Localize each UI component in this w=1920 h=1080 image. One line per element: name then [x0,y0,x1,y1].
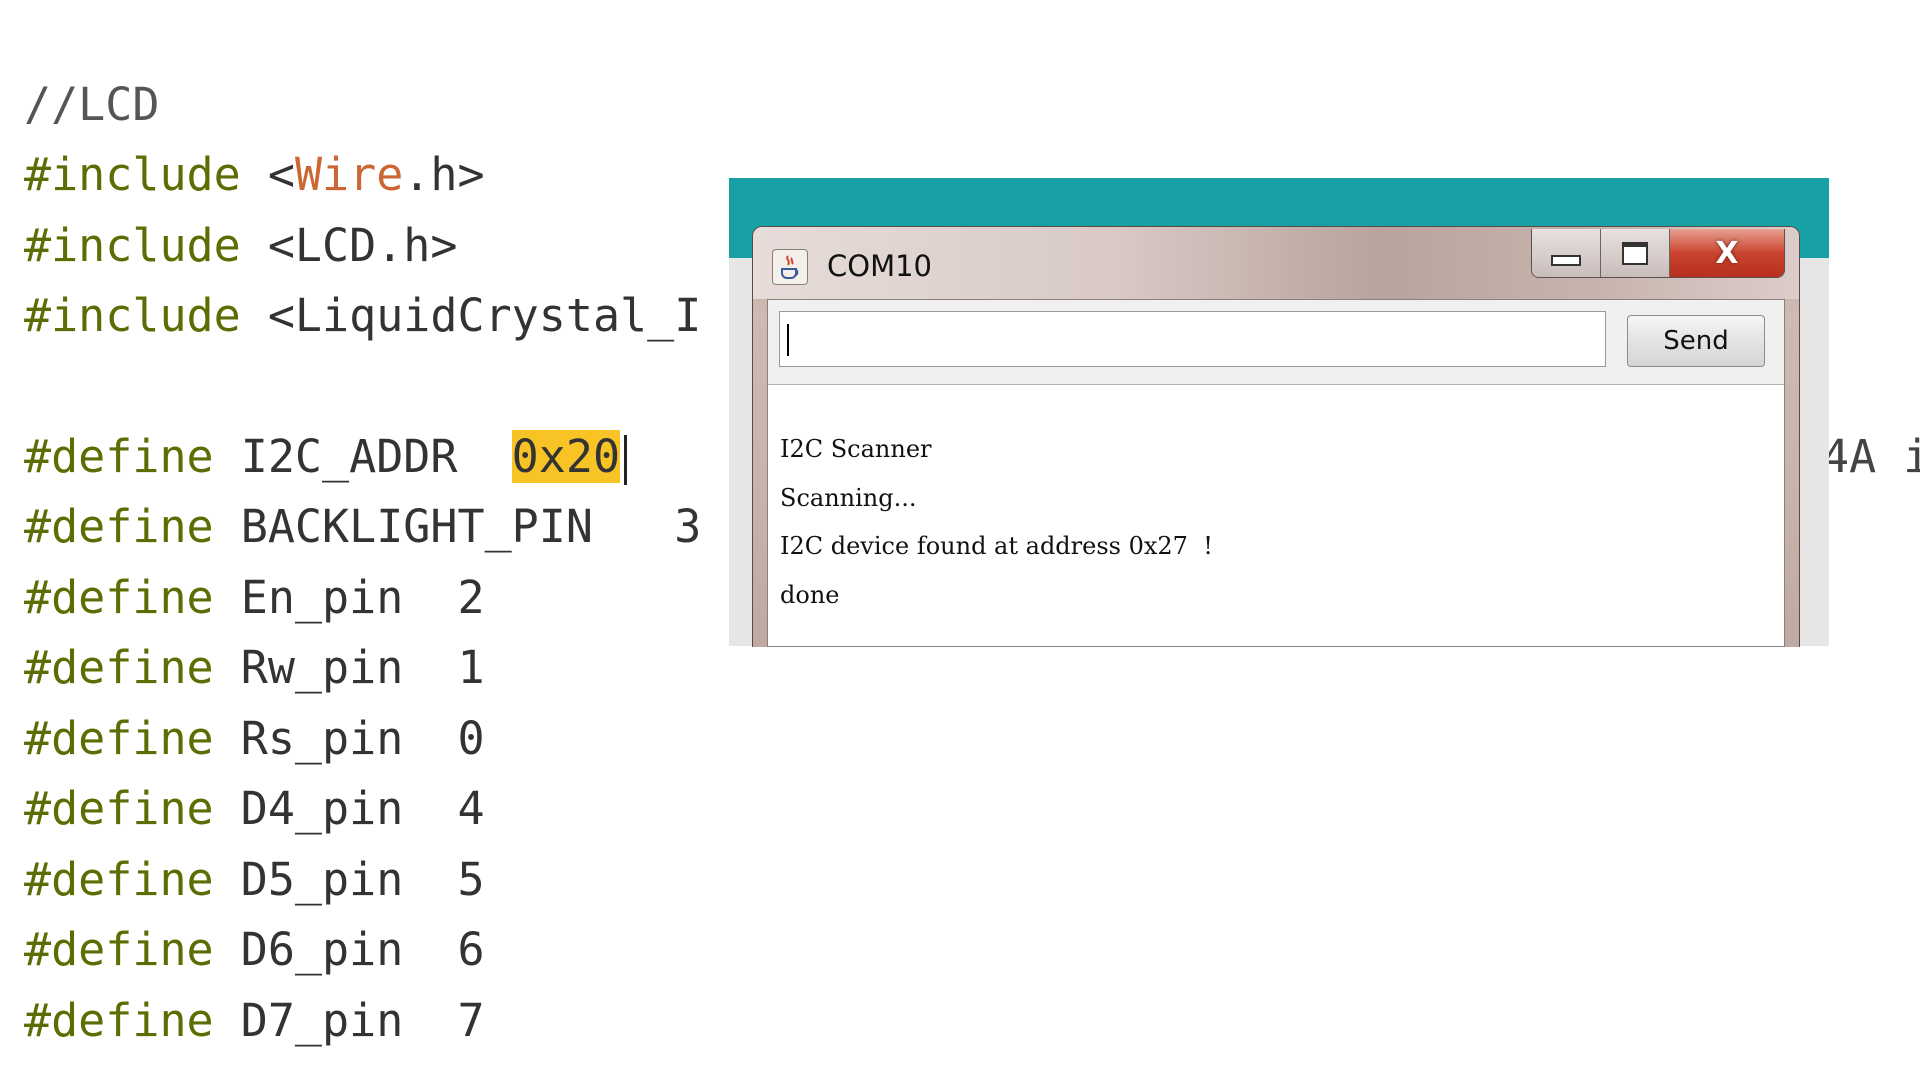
code-line: #include <Wire.h> [24,145,485,205]
code-line: #define BACKLIGHT_PIN 3 [24,497,701,557]
code-line: #define D6_pin 6 [24,920,485,980]
serial-monitor-client: Send I2C Scanner Scanning... I2C device … [767,299,1785,647]
code-line: #define Rs_pin 0 [24,709,485,769]
code-token: D6_pin 6 [213,923,485,976]
code-token: <LCD.h> [240,219,458,272]
code-line: #include <LCD.h> [24,216,458,276]
code-token: #define [24,641,214,694]
output-line: I2C device found at address 0x27 ! [780,532,1213,560]
code-line: #define D4_pin 4 [24,779,485,839]
code-line: #include <LiquidCrystal_I [24,286,701,346]
maximize-button[interactable] [1601,229,1670,277]
code-line: #define D7_pin 7 [24,991,485,1051]
code-token: < [240,148,295,201]
text-caret [787,324,789,356]
serial-monitor-window: COM10 X Send I2C Scanner Scanning... I2C… [752,226,1800,647]
code-token: #define [24,923,214,976]
code-line: #define I2C_ADDR 0x20 [24,427,628,487]
code-token: Wire [294,148,404,201]
serial-output[interactable]: I2C Scanner Scanning... I2C device found… [768,384,1784,646]
close-icon: X [1715,235,1739,271]
output-line: done [780,581,840,609]
code-token: Rw_pin 1 [213,641,485,694]
output-line: Scanning... [780,484,917,512]
code-line: //LCD [24,75,159,135]
code-token: #define [24,571,214,624]
code-line: #define En_pin 2 [24,568,485,628]
code-token: D5_pin 5 [213,853,485,906]
window-title: COM10 [827,249,932,283]
code-token: #define [24,994,214,1047]
code-token: #define [24,430,214,483]
code-token: #define [24,782,214,835]
code-token: #define [24,712,214,765]
code-token: #define [24,853,214,906]
code-token: D4_pin 4 [213,782,485,835]
serial-input[interactable] [779,311,1606,367]
code-token: #include [24,219,241,272]
code-token: #include [24,289,241,342]
output-line: I2C Scanner [780,435,932,463]
code-token: I2C_ADDR [213,430,512,483]
code-token: D7_pin 7 [213,994,485,1047]
code-token: .h> [403,148,485,201]
code-token: Rs_pin 0 [213,712,485,765]
ibeam-cursor-icon [624,435,628,485]
window-titlebar[interactable]: COM10 X [753,227,1799,299]
code-token: #include [24,148,241,201]
code-line: #define Rw_pin 1 [24,638,485,698]
window-controls: X [1531,229,1785,278]
minimize-button[interactable] [1532,229,1601,277]
code-token: <LiquidCrystal_I [240,289,702,342]
selected-text: 0x20 [511,430,621,483]
minimize-icon [1551,254,1581,266]
code-token: BACKLIGHT_PIN 3 [213,500,702,553]
close-button[interactable]: X [1670,229,1784,277]
java-cup-icon [772,249,808,285]
code-token: #define [24,500,214,553]
code-token: //LCD [24,78,160,131]
maximize-icon [1622,241,1648,265]
code-fragment-right: 4A i [1822,430,1920,483]
code-line: #define D5_pin 5 [24,850,485,910]
code-token: En_pin 2 [213,571,485,624]
send-button[interactable]: Send [1627,315,1765,367]
